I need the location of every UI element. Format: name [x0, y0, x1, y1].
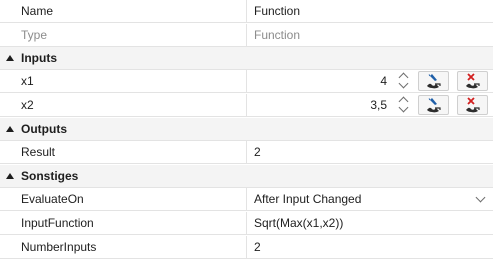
category-sonstiges[interactable]: Sonstiges: [0, 165, 493, 188]
property-evaluate-on-label: EvaluateOn: [0, 188, 247, 210]
property-name-label: Name: [0, 0, 247, 22]
property-row-type: Type Function: [0, 24, 493, 47]
property-x1-label: x1: [0, 70, 247, 92]
category-outputs[interactable]: Outputs: [0, 118, 493, 141]
evaluate-on-dropdown[interactable]: After Input Changed: [248, 188, 493, 210]
property-row-input-function: InputFunction Sqrt(Max(x1,x2)): [0, 212, 493, 235]
property-row-number-inputs: NumberInputs 2: [0, 236, 493, 259]
clear-input-icon: [466, 97, 480, 113]
property-row-x2: x2 3,5: [0, 94, 493, 117]
property-type-label: Type: [0, 24, 247, 46]
edit-input-icon: [427, 98, 441, 113]
property-type-value: Function: [254, 28, 301, 42]
x2-spinner[interactable]: [398, 95, 410, 115]
property-row-x1: x1 4: [0, 70, 493, 93]
x1-clear-button[interactable]: [457, 71, 488, 91]
property-row-name: Name Function: [0, 0, 493, 23]
x2-value[interactable]: 3,5: [370, 94, 387, 116]
collapse-triangle-icon[interactable]: [6, 173, 14, 179]
property-grid: Name Function Type Function Inputs x1 4: [0, 0, 498, 263]
property-input-function-label: InputFunction: [0, 212, 247, 234]
property-x2-label: x2: [0, 94, 247, 116]
category-label: Outputs: [21, 122, 67, 136]
chevron-down-icon[interactable]: [399, 81, 409, 90]
x2-edit-button[interactable]: [418, 95, 449, 115]
category-inputs[interactable]: Inputs: [0, 47, 493, 70]
category-label: Inputs: [21, 51, 57, 65]
x2-clear-button[interactable]: [457, 95, 488, 115]
number-inputs-field[interactable]: 2: [248, 236, 493, 258]
x1-edit-button[interactable]: [418, 71, 449, 91]
property-number-inputs-label: NumberInputs: [0, 236, 247, 258]
property-row-evaluate-on: EvaluateOn After Input Changed: [0, 188, 493, 211]
property-name-value[interactable]: Function: [248, 0, 493, 22]
category-label: Sonstiges: [21, 169, 79, 183]
property-result-label: Result: [0, 141, 247, 163]
x1-value[interactable]: 4: [380, 70, 387, 92]
collapse-triangle-icon[interactable]: [6, 55, 14, 61]
clear-input-icon: [466, 73, 480, 89]
collapse-triangle-icon[interactable]: [6, 126, 14, 132]
property-row-result: Result 2: [0, 141, 493, 164]
input-function-field[interactable]: Sqrt(Max(x1,x2)): [248, 212, 493, 234]
x1-spinner[interactable]: [398, 71, 410, 91]
chevron-down-icon[interactable]: [399, 105, 409, 114]
edit-input-icon: [427, 74, 441, 89]
property-result-value[interactable]: 2: [248, 141, 493, 163]
